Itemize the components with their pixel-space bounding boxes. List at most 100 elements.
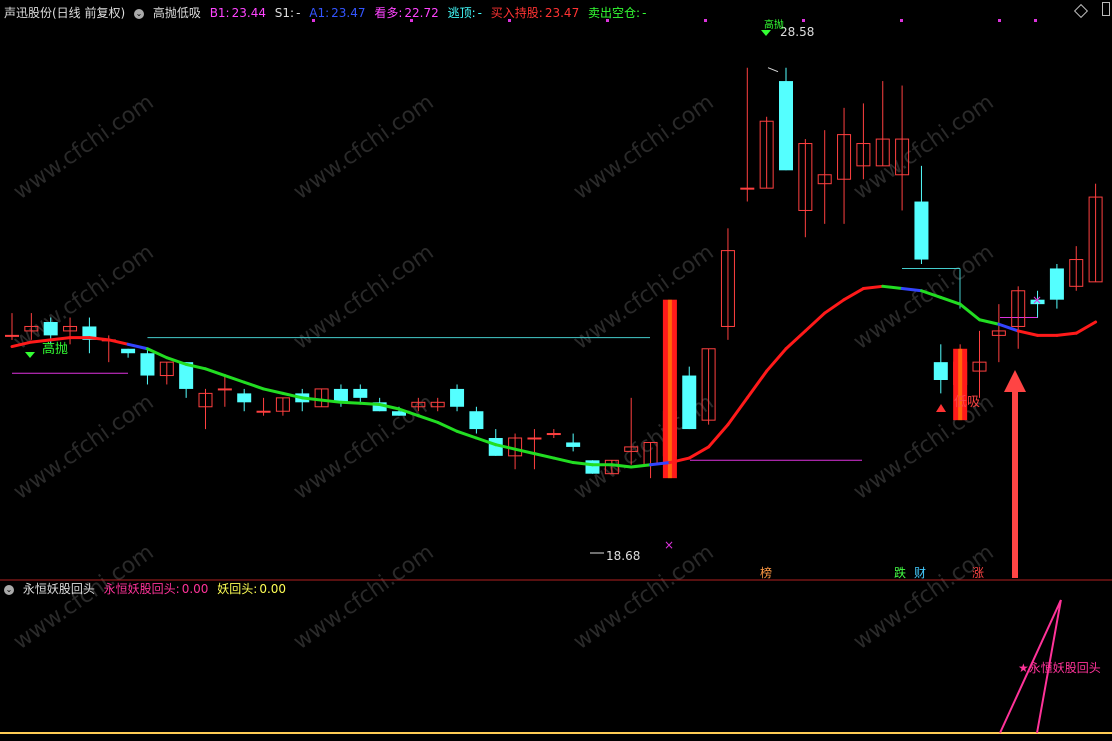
sub-line2-label: 妖回头: — [217, 582, 258, 596]
news-badge: 榜 — [760, 565, 772, 580]
ma-segment — [745, 369, 769, 400]
watermark-text: www.cfchi.com — [849, 540, 998, 655]
ma-segment — [842, 287, 865, 302]
ma-segment — [939, 295, 962, 306]
sell-label: 卖出空仓: — [588, 6, 641, 20]
candle-body-up — [546, 433, 561, 436]
ma-segment — [1055, 331, 1078, 337]
signal-dot — [704, 19, 707, 22]
a1-value: 23.47 — [331, 6, 366, 20]
sub-header: ⌄ 永恒妖股回头 永恒妖股回头: 0.00 妖回头: 0.00 — [4, 580, 291, 598]
ma-segment — [726, 396, 749, 427]
chart-canvas: www.cfchi.com www.cfchi.com www.cfchi.com w… — [0, 18, 1112, 734]
candle-body-down — [933, 362, 948, 380]
news-badge: 跌 — [894, 565, 906, 580]
top-gaopao-label: 高抛 — [764, 18, 784, 31]
b1-label: B1: — [209, 6, 230, 20]
main-header: 声迅股份(日线 前复权) ⌄ 高抛低吸 B1: 23.44 S1: - A1: 23.… — [4, 4, 651, 22]
signal-dot — [802, 19, 805, 22]
watermark-text: www.cfchi.com — [9, 390, 158, 505]
candle-body-down — [779, 81, 793, 171]
indicator-name[interactable]: 高抛低吸 — [153, 6, 201, 20]
ma-segment — [107, 338, 130, 346]
ma-segment — [552, 456, 575, 465]
gaopao-arrow-icon — [25, 352, 35, 358]
candle-body-up — [5, 334, 19, 337]
ma-segment — [204, 367, 227, 378]
sell-value: - — [642, 6, 647, 20]
s1-value: - — [296, 6, 301, 20]
panel-scroll-icon[interactable] — [1102, 2, 1110, 16]
buy-label: 买入持股: — [490, 6, 543, 20]
candle-body-up — [527, 437, 542, 440]
candle-body-down — [237, 393, 252, 403]
a1-label: A1: — [309, 6, 330, 20]
gaopao-label: 高抛 — [42, 341, 68, 357]
limit-up-core — [667, 299, 672, 479]
horizontal-levels — [12, 267, 1038, 461]
sub-line1-label: 永恒妖股回头: — [103, 582, 180, 596]
ma-segment — [707, 423, 730, 449]
news-badge: 财 — [914, 566, 926, 580]
watermark-text: www.cfchi.com — [849, 90, 998, 205]
candle-body-down — [43, 322, 58, 336]
candle-body-down — [585, 460, 600, 474]
sub-line2-value: 0.00 — [259, 582, 287, 596]
s1-label: S1: — [274, 6, 295, 20]
taoding-value: - — [477, 6, 482, 20]
ma-segment — [978, 318, 1001, 326]
high-price-label: 28.58 — [780, 25, 814, 39]
watermark-text: www.cfchi.com — [289, 540, 438, 655]
watermark-text: www.cfchi.com — [9, 90, 158, 205]
ma-segment — [823, 298, 846, 315]
signal-dot — [900, 19, 903, 22]
ma-segment — [223, 374, 246, 384]
sub-indicator-name[interactable]: 永恒妖股回头 — [23, 582, 95, 596]
ma-segment — [436, 420, 459, 433]
up-arrow-icon — [1004, 370, 1026, 578]
ma-segment — [532, 452, 556, 460]
top-gaopao-arrow-icon — [761, 30, 771, 36]
high-pointer — [767, 67, 779, 73]
kanduo-label: 看多: — [374, 6, 403, 20]
ma-segment — [803, 311, 827, 333]
news-badge: 涨 — [972, 565, 984, 580]
b1-value: 23.44 — [231, 6, 266, 20]
watermark-text: www.cfchi.com — [289, 90, 438, 205]
dixi-label: 低吸 — [954, 395, 980, 410]
stock-name: 声迅股份(日线 前复权) — [4, 6, 126, 20]
candle-body-down — [1049, 268, 1064, 300]
ma-segment — [997, 322, 1020, 333]
ma-segment — [784, 329, 807, 351]
ma-segment — [513, 447, 536, 456]
watermark-text: www.cfchi.com — [569, 90, 718, 205]
ma-segment — [687, 445, 711, 460]
candle-body-down — [450, 388, 465, 407]
candle-body-down — [121, 348, 136, 354]
ma-segment — [1074, 320, 1098, 335]
candle-body-down — [140, 353, 155, 376]
candle-body-up — [217, 388, 232, 391]
ma-segment — [1016, 329, 1040, 337]
indicator-toggle-icon[interactable]: ⌄ — [134, 8, 145, 19]
ma-segment — [358, 401, 382, 407]
ma-segment — [242, 380, 266, 391]
sub-line1-value: 0.00 — [181, 582, 209, 596]
ma-segment — [881, 284, 904, 291]
low-price-label: 18.68 — [606, 549, 640, 563]
ma-segment — [765, 347, 788, 373]
sub-toggle-icon[interactable]: ⌄ — [4, 584, 14, 595]
taoding-label: 逃顶: — [447, 6, 476, 20]
kanduo-value: 22.72 — [404, 6, 439, 20]
ma-segment — [339, 400, 362, 405]
cross-mark-icon: × — [664, 538, 674, 552]
signal-dot — [998, 19, 1001, 22]
ma-segment — [165, 356, 188, 366]
signal-dot — [1034, 19, 1037, 22]
ma-segment — [958, 302, 981, 322]
watermark-text: www.cfchi.com — [569, 540, 718, 655]
ma-segment — [861, 284, 885, 291]
buy-value: 23.47 — [544, 6, 580, 20]
ma-segment — [262, 387, 285, 395]
candle-body-up — [256, 410, 271, 413]
